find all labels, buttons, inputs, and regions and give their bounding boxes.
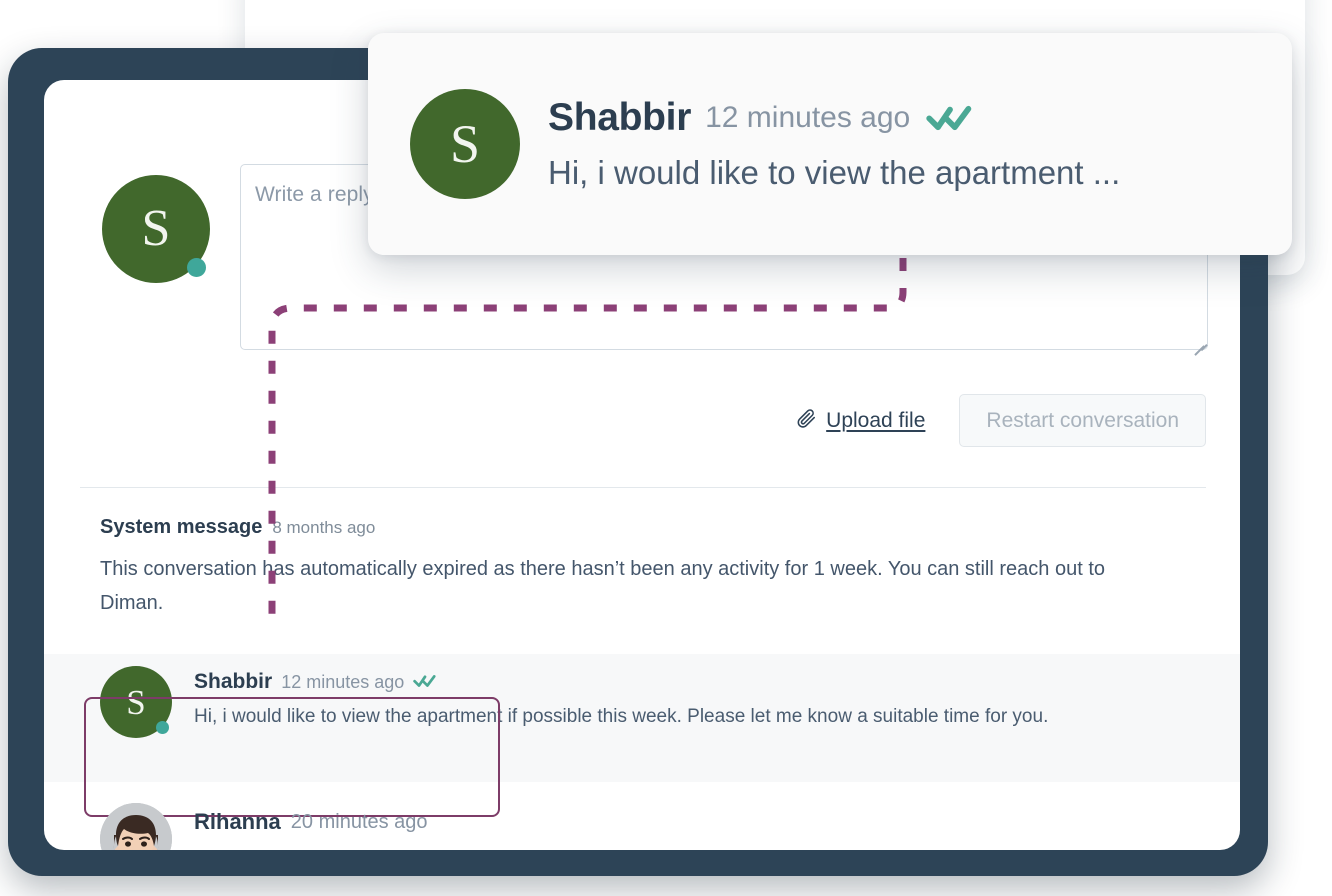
- upload-file-label: Upload file: [826, 408, 926, 432]
- online-status-dot: [187, 258, 206, 277]
- avatar: [100, 803, 172, 850]
- message-text-block: Rihanna 20 minutes ago: [194, 803, 428, 850]
- restart-conversation-button[interactable]: Restart conversation: [959, 394, 1206, 447]
- popup-preview-text: Hi, i would like to view the apartment .…: [548, 154, 1121, 191]
- message-row-shabbir[interactable]: S Shabbir 12 minutes ago Hi, i would lik…: [44, 654, 1240, 782]
- composer-actions: Upload file Restart conversation: [795, 394, 1206, 447]
- paperclip-icon: [795, 407, 817, 435]
- popup-author: Shabbir: [548, 96, 692, 139]
- popup-header: Shabbir 12 minutes ago: [548, 96, 1120, 140]
- double-check-icon: [924, 100, 976, 137]
- message-time: 20 minutes ago: [290, 810, 428, 833]
- system-message-body: This conversation has automatically expi…: [100, 558, 1105, 614]
- message-content: S Shabbir 12 minutes ago Hi, i would lik…: [100, 666, 1048, 738]
- message-preview-popup[interactable]: S Shabbir 12 minutes ago Hi, i would lik…: [368, 33, 1292, 255]
- system-message-time: 8 months ago: [272, 518, 376, 537]
- avatar-initial: S: [410, 89, 520, 199]
- message-row-rihanna[interactable]: Rihanna 20 minutes ago: [100, 803, 428, 850]
- popup-avatar: S: [410, 89, 520, 199]
- composer-avatar: S: [102, 175, 210, 283]
- online-status-dot: [156, 721, 169, 734]
- message-author: Rihanna: [194, 809, 281, 834]
- message-body: Hi, i would like to view the apartment i…: [194, 706, 1049, 727]
- message-avatar: S: [100, 666, 172, 738]
- upload-file-button[interactable]: Upload file: [795, 407, 925, 435]
- system-message-header: System message 8 months ago: [100, 516, 1140, 539]
- message-header: Rihanna 20 minutes ago: [194, 803, 428, 835]
- double-check-icon: [413, 672, 437, 693]
- message-author: Shabbir: [194, 670, 273, 693]
- system-message-title: System message: [100, 516, 263, 538]
- resize-handle-icon[interactable]: [1190, 332, 1208, 355]
- reply-placeholder: Write a reply: [255, 183, 374, 206]
- popup-time: 12 minutes ago: [705, 101, 911, 134]
- section-divider: [80, 487, 1206, 488]
- message-header: Shabbir 12 minutes ago: [194, 666, 1048, 694]
- popup-body: Shabbir 12 minutes ago Hi, i would like …: [548, 96, 1120, 192]
- message-time: 12 minutes ago: [281, 671, 405, 692]
- system-message: System message 8 months ago This convers…: [100, 516, 1140, 620]
- message-text-block: Shabbir 12 minutes ago Hi, i would like …: [194, 666, 1048, 738]
- screenshot-stage: S Write a reply Upload file Restart conv…: [0, 0, 1332, 896]
